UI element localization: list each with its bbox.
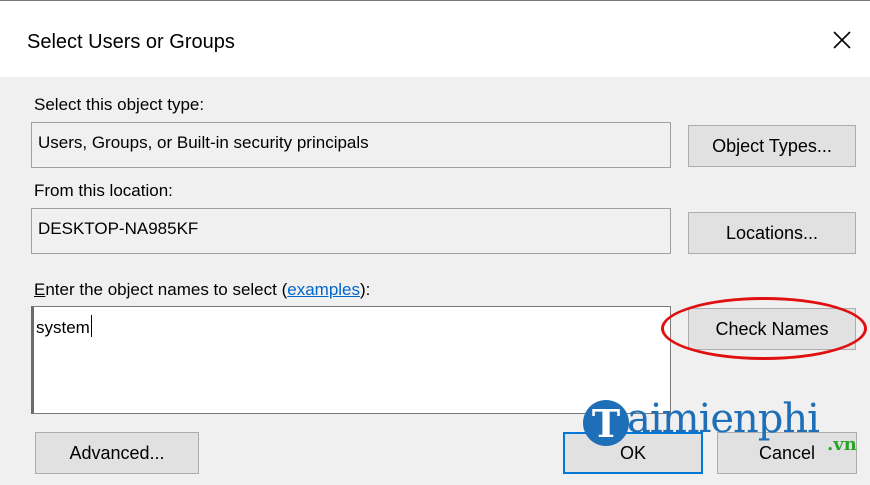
ok-button[interactable]: OK (563, 432, 703, 474)
title-bar: Select Users or Groups (0, 0, 870, 77)
select-users-dialog: Select Users or Groups Select this objec… (0, 0, 870, 485)
object-type-label: Select this object type: (34, 95, 205, 114)
object-names-input[interactable]: system (31, 306, 671, 414)
window-title: Select Users or Groups (27, 31, 235, 53)
object-names-value: system (36, 318, 90, 337)
location-field: DESKTOP-NA985KF (31, 208, 671, 254)
object-names-label-accesskey: E (34, 280, 46, 299)
location-label: From this location: (34, 181, 173, 200)
close-icon (833, 31, 851, 49)
examples-link[interactable]: examples (287, 280, 360, 299)
object-names-label-text: nter the object names to select ( (45, 280, 288, 299)
text-caret (90, 315, 92, 337)
locations-button[interactable]: Locations... (688, 212, 856, 254)
close-button[interactable] (814, 15, 870, 65)
object-names-label-end: ): (360, 280, 371, 299)
check-names-button[interactable]: Check Names (688, 308, 856, 350)
advanced-button[interactable]: Advanced... (35, 432, 199, 474)
object-names-label: Enter the object names to select (exampl… (34, 280, 370, 300)
object-type-field: Users, Groups, or Built-in security prin… (31, 122, 671, 168)
object-types-button[interactable]: Object Types... (688, 125, 856, 167)
cancel-button[interactable]: Cancel (717, 432, 857, 474)
